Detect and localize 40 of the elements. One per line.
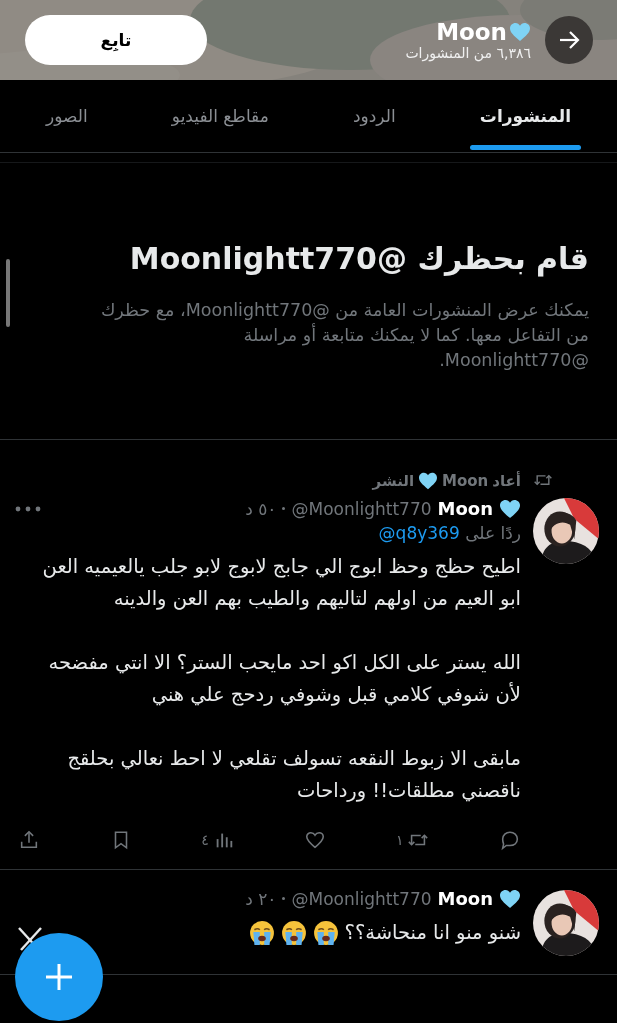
heart-icon: [418, 472, 439, 490]
separator-dot: [282, 507, 286, 510]
post-text: اطيح حظج وحظ ابوج الي جابج لابوج لابو جلب يالعيميه العن ابو العيم من اولهم لتاليهم والطيب بهم العن والدينه: [41, 554, 521, 612]
repost-name: Moon: [442, 472, 489, 490]
profile-tab[interactable]: الردود: [346, 80, 402, 152]
author-name: Moon: [437, 498, 493, 519]
plus-icon: [45, 963, 73, 991]
like-button[interactable]: [304, 829, 327, 851]
post-time: ٢٠ د: [245, 888, 277, 909]
follow-button[interactable]: تابِع: [25, 15, 207, 65]
scrollbar: [6, 259, 10, 327]
reply-button[interactable]: [499, 829, 521, 851]
author-name: Moon: [437, 888, 493, 909]
arrow-icon: [558, 30, 580, 50]
author-handle: @Moonlightt770: [291, 888, 432, 909]
reply-icon: [499, 829, 521, 851]
heart-icon: [509, 22, 531, 42]
heart-icon: [499, 498, 521, 519]
post-text: مابقى الا زبوط النقعه تسولف تقلعي لا احط نعالي بحلقج ناقصني مطلقات!! ورداحات: [66, 746, 521, 804]
heart-outline-icon: [304, 829, 327, 851]
blocked-message: يمكنك عرض المنشورات العامة من @Moonlightt770، مع حظرك من التفاعل معها. كما لا يمكنك متابعة أو مراسلة @Moonlightt770.: [99, 299, 589, 372]
mention-link[interactable]: @q8y369: [378, 523, 460, 543]
crying-emoji-icon: [312, 920, 339, 946]
author-handle: @Moonlightt770: [291, 498, 432, 519]
profile-tab[interactable]: الصور: [40, 80, 94, 152]
crying-emoji-icon: [248, 920, 275, 946]
separator-dot: [282, 897, 286, 900]
blocked-title: قام بحظرك @Moonlightt770: [128, 241, 589, 276]
heart-icon: [499, 888, 521, 909]
post-count: ٦,٣٨٦ من المنشورات: [405, 45, 531, 61]
post-time: ٥٠ د: [245, 498, 277, 519]
repost-label: النشر: [372, 472, 415, 490]
profile-name: Moon: [436, 19, 507, 45]
post-text: شنو منو انا منحاشة؟؟: [344, 920, 521, 946]
post-text: الله يستر على الكل اكو احد مايحب الستر؟ الا انتي مفضحه لأن شوفي كلامي قبل وشوفي ردحج علي هني: [47, 650, 521, 708]
views-button[interactable]: ٤: [201, 829, 235, 851]
repost-button[interactable]: ١: [395, 829, 430, 851]
repost-label: أعاد: [492, 472, 521, 490]
crying-emoji-icon: [280, 920, 307, 946]
profile-tab[interactable]: مقاطع الفيديو: [165, 80, 275, 152]
